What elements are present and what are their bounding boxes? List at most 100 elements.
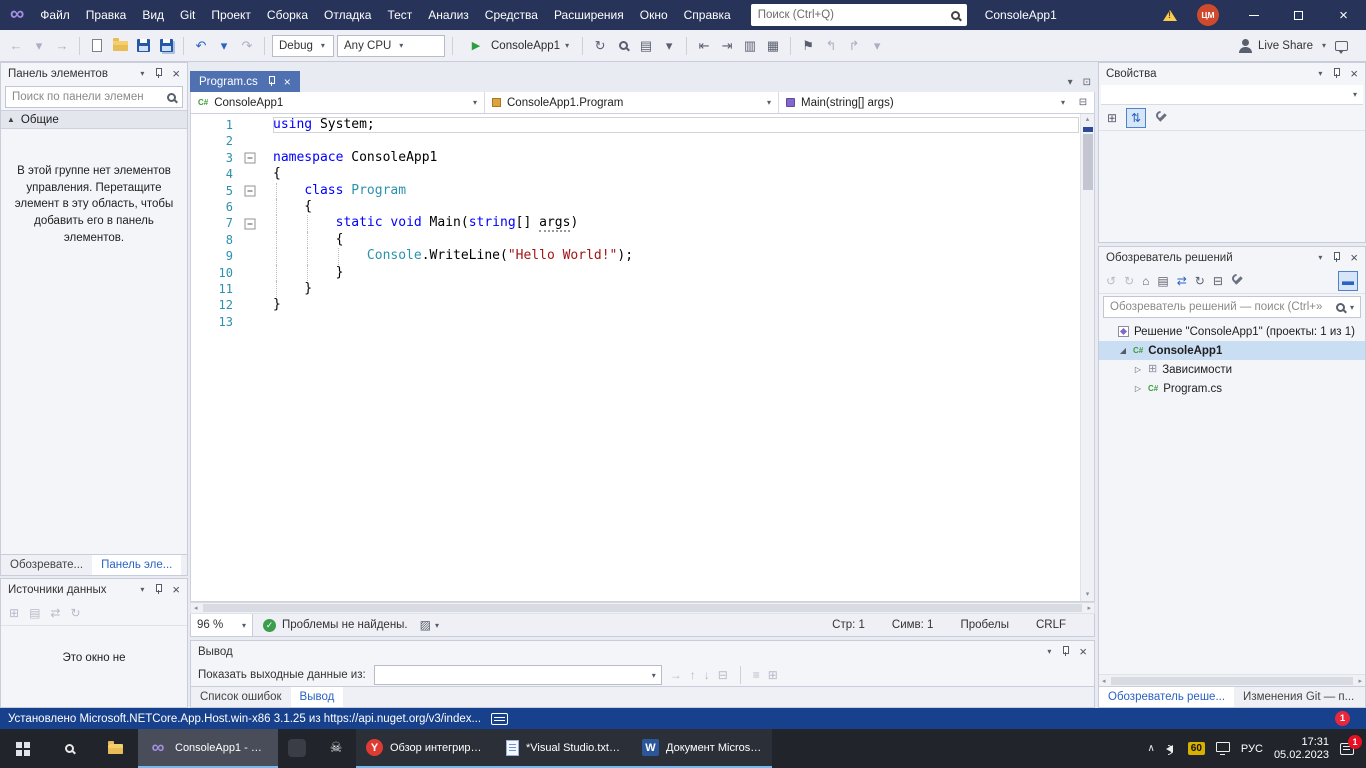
menu-item-Проект[interactable]: Проект bbox=[203, 0, 259, 30]
comment-icon[interactable]: ▥ bbox=[740, 35, 760, 57]
menu-item-Вид[interactable]: Вид bbox=[134, 0, 172, 30]
live-share-icon[interactable] bbox=[1242, 39, 1249, 46]
menu-item-Тест[interactable]: Тест bbox=[379, 0, 420, 30]
pin-icon[interactable] bbox=[1331, 252, 1341, 263]
volume-icon[interactable] bbox=[1166, 745, 1173, 753]
uncomment-icon[interactable]: ▦ bbox=[763, 35, 783, 57]
pin-icon[interactable] bbox=[153, 584, 163, 595]
zoom-select[interactable]: 96 % ▾ bbox=[191, 614, 253, 636]
pin-icon[interactable] bbox=[153, 68, 163, 79]
close-icon[interactable]: × bbox=[1079, 645, 1087, 658]
menu-item-Отладка[interactable]: Отладка bbox=[316, 0, 379, 30]
live-share-label[interactable]: Live Share bbox=[1258, 40, 1313, 52]
horizontal-scrollbar[interactable]: ◂ ▸ bbox=[190, 602, 1095, 614]
indent-decrease-icon[interactable]: ⇤ bbox=[694, 35, 714, 57]
taskbar-app-browser-y[interactable]: YОбзор интегриров... bbox=[356, 729, 496, 768]
file-explorer-button[interactable] bbox=[92, 729, 138, 768]
code-map-icon[interactable]: ▤ bbox=[636, 35, 656, 57]
forward-icon[interactable]: ↻ bbox=[1124, 274, 1134, 288]
taskbar-app-notepad[interactable]: *Visual Studio.txt – ... bbox=[496, 729, 632, 768]
solution-horizontal-scrollbar[interactable]: ◂ ▸ bbox=[1099, 674, 1365, 686]
close-icon[interactable]: × bbox=[1350, 251, 1358, 264]
start-button[interactable] bbox=[0, 729, 46, 768]
property-pages-icon[interactable] bbox=[1155, 111, 1168, 124]
pin-icon[interactable] bbox=[1331, 68, 1341, 79]
tab-git-changes[interactable]: Изменения Git — п... bbox=[1234, 687, 1363, 707]
scroll-up-arrow[interactable]: ▴ bbox=[1086, 114, 1090, 126]
horizontal-scrollbar-thumb[interactable] bbox=[203, 604, 1083, 612]
properties-object-select[interactable]: ▾ bbox=[1101, 85, 1363, 105]
taskbar-clock[interactable]: 17:31 05.02.2023 bbox=[1274, 736, 1329, 762]
restore-button[interactable] bbox=[1276, 0, 1321, 30]
back-icon[interactable]: ↺ bbox=[1106, 274, 1116, 288]
edit-data-source-icon[interactable]: ▤ bbox=[29, 606, 40, 620]
tree-expand-arrow[interactable]: ◢ bbox=[1118, 346, 1128, 355]
solution-explorer-header[interactable]: Обозреватель решений ▾ × bbox=[1099, 247, 1365, 268]
new-project-icon[interactable] bbox=[87, 35, 107, 57]
start-debugging-button[interactable]: ▶ ConsoleApp1 ▾ bbox=[460, 34, 575, 58]
tree-item[interactable]: ◢C#ConsoleApp1 bbox=[1099, 341, 1365, 360]
chevron-down-icon[interactable]: ▾ bbox=[1318, 69, 1322, 78]
goto-message-icon[interactable]: → bbox=[670, 668, 682, 682]
close-tab-icon[interactable]: × bbox=[284, 75, 291, 89]
scroll-left-arrow[interactable]: ◂ bbox=[1099, 677, 1109, 685]
close-icon[interactable]: × bbox=[1350, 67, 1358, 80]
scroll-down-arrow[interactable]: ▾ bbox=[1086, 589, 1090, 601]
line-ending[interactable]: CRLF bbox=[1036, 619, 1066, 631]
member-dropdown[interactable]: Main(string[] args) ▾ bbox=[779, 92, 1072, 113]
feedback-icon[interactable] bbox=[1335, 41, 1348, 51]
code-cleanup-dropdown[interactable]: ▾ bbox=[435, 621, 439, 630]
clear-output-icon[interactable]: ⊟ bbox=[718, 668, 728, 682]
save-icon[interactable] bbox=[133, 35, 153, 57]
properties-header[interactable]: Свойства ▾ × bbox=[1099, 63, 1365, 84]
alphabetical-sort-icon[interactable]: ⇅ bbox=[1126, 108, 1146, 128]
toolbox-header[interactable]: Панель элементов ▾ × bbox=[1, 63, 187, 84]
network-icon[interactable] bbox=[1216, 742, 1230, 752]
solution-configuration-select[interactable]: Debug ▾ bbox=[272, 35, 334, 57]
navigate-backward-icon[interactable]: ← bbox=[6, 35, 26, 57]
scroll-right-arrow[interactable]: ▸ bbox=[1084, 604, 1094, 612]
refresh-icon[interactable]: ↻ bbox=[1195, 274, 1205, 288]
tab-server-explorer[interactable]: Обозревате... bbox=[1, 555, 92, 575]
previous-bookmark-icon[interactable]: ↰ bbox=[821, 35, 841, 57]
taskbar-app-word[interactable]: WДокумент Microso... bbox=[632, 729, 772, 768]
menu-item-Файл[interactable]: Файл bbox=[32, 0, 78, 30]
fold-marker[interactable] bbox=[241, 215, 259, 231]
keyboard-status-icon[interactable] bbox=[491, 713, 508, 725]
tray-overflow-chevron[interactable]: ∧ bbox=[1147, 743, 1154, 754]
sync-with-active-document-icon[interactable]: ⇄ bbox=[1177, 274, 1187, 288]
menu-item-Средства[interactable]: Средства bbox=[477, 0, 546, 30]
taskbar-app-skull-app[interactable]: ☠ bbox=[316, 729, 356, 768]
split-editor-button[interactable]: ⊟ bbox=[1072, 92, 1094, 113]
redo-icon[interactable]: ↷ bbox=[237, 35, 257, 57]
toolbar-overflow-chevron[interactable]: ▾ bbox=[867, 35, 887, 57]
chevron-down-icon[interactable]: ▾ bbox=[140, 69, 144, 78]
fold-marker[interactable] bbox=[241, 183, 259, 199]
tree-item[interactable]: ▷⊞Зависимости bbox=[1099, 360, 1365, 379]
tab-solution-explorer[interactable]: Обозреватель реше... bbox=[1099, 687, 1234, 707]
tree-item[interactable]: Решение "ConsoleApp1" (проекты: 1 из 1) bbox=[1099, 322, 1365, 341]
close-button[interactable]: × bbox=[1321, 0, 1366, 30]
indent-increase-icon[interactable]: ⇥ bbox=[717, 35, 737, 57]
switch-views-icon[interactable]: ▤ bbox=[1157, 274, 1168, 288]
menu-item-Расширения[interactable]: Расширения bbox=[546, 0, 632, 30]
horizontal-scrollbar-thumb[interactable] bbox=[1111, 677, 1354, 685]
find-in-files-icon[interactable] bbox=[613, 35, 633, 57]
tab-error-list[interactable]: Список ошибок bbox=[191, 687, 291, 707]
chevron-down-icon[interactable]: ▾ bbox=[1047, 647, 1051, 656]
open-file-icon[interactable] bbox=[110, 35, 130, 57]
toolbox-search-input[interactable]: Поиск по панели элемен bbox=[5, 86, 183, 108]
action-center-button[interactable]: 1 bbox=[1340, 743, 1354, 755]
preview-selected-items-toggle[interactable]: ▬ bbox=[1338, 271, 1358, 291]
tab-output[interactable]: Вывод bbox=[291, 687, 344, 707]
menu-item-Сборка[interactable]: Сборка bbox=[259, 0, 316, 30]
tab-toolbox[interactable]: Панель эле... bbox=[92, 555, 181, 575]
vertical-scrollbar-thumb[interactable] bbox=[1083, 134, 1093, 190]
health-check-icon[interactable]: ✓ bbox=[263, 619, 276, 632]
toolbox-section-general[interactable]: ▲ Общие bbox=[1, 110, 187, 129]
window-layout-icon[interactable]: ⊡ bbox=[1083, 77, 1091, 88]
solution-search-input[interactable]: Обозреватель решений — поиск (Ctrl+» ▾ bbox=[1103, 296, 1361, 318]
navigate-forward-icon[interactable]: → bbox=[52, 35, 72, 57]
chevron-down-icon[interactable]: ▾ bbox=[140, 585, 144, 594]
previous-message-icon[interactable]: ↑ bbox=[690, 668, 696, 682]
